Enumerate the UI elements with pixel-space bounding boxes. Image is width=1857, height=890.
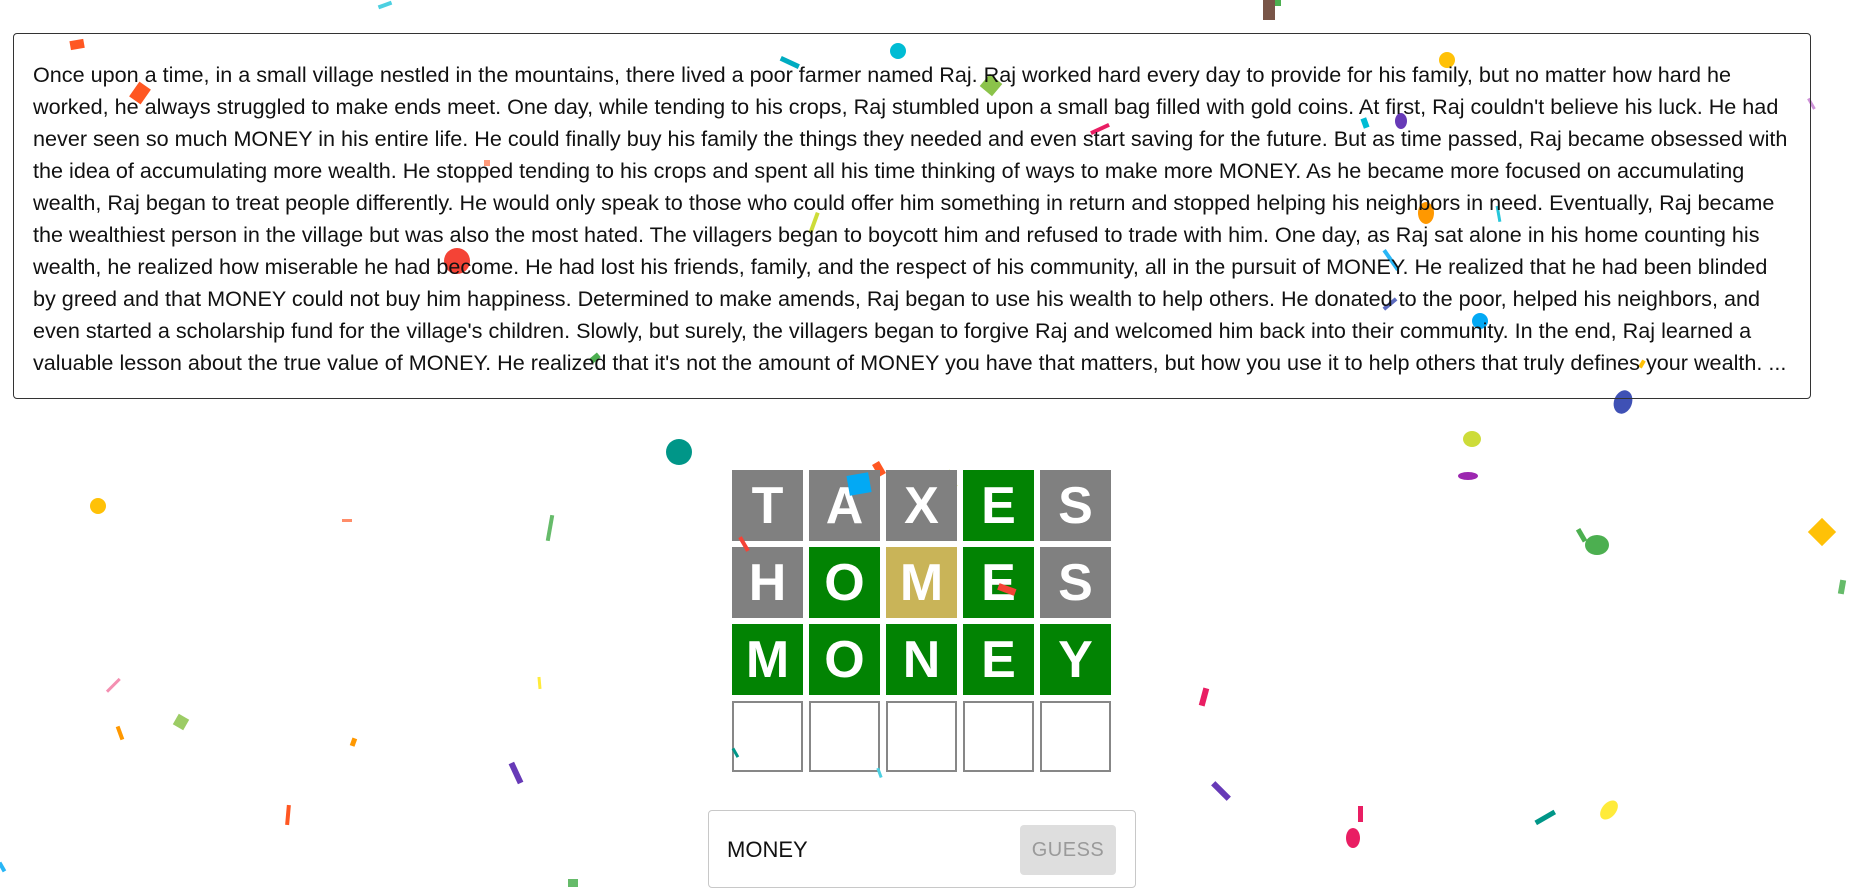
guess-row: M O N E Y (732, 624, 1111, 695)
story-text: Once upon a time, in a small village nes… (33, 62, 1788, 375)
guess-button[interactable]: GUESS (1020, 825, 1116, 875)
guess-row: T A X E S (732, 470, 1111, 541)
letter-tile: E (963, 624, 1034, 695)
guess-input[interactable] (727, 833, 987, 867)
letter-tile: Y (1040, 624, 1111, 695)
letter-tile: A (809, 470, 880, 541)
letter-tile: E (963, 547, 1034, 618)
letter-tile: S (1040, 547, 1111, 618)
story-text-box: Once upon a time, in a small village nes… (13, 33, 1811, 399)
letter-tile: M (732, 624, 803, 695)
letter-tile: M (886, 547, 957, 618)
empty-tile (886, 701, 957, 772)
empty-tile (809, 701, 880, 772)
letter-tile: S (1040, 470, 1111, 541)
empty-tile (963, 701, 1034, 772)
letter-tile: H (732, 547, 803, 618)
guess-row-empty (732, 701, 1111, 772)
letter-tile: O (809, 547, 880, 618)
letter-tile: X (886, 470, 957, 541)
guess-row: H O M E S (732, 547, 1111, 618)
guess-form: GUESS (708, 810, 1136, 888)
guess-board: T A X E S H O M E S M O N E Y (732, 470, 1111, 772)
wordle-page: Once upon a time, in a small village nes… (0, 0, 1857, 890)
letter-tile: E (963, 470, 1034, 541)
letter-tile: O (809, 624, 880, 695)
letter-tile: T (732, 470, 803, 541)
letter-tile: N (886, 624, 957, 695)
empty-tile (1040, 701, 1111, 772)
empty-tile (732, 701, 803, 772)
